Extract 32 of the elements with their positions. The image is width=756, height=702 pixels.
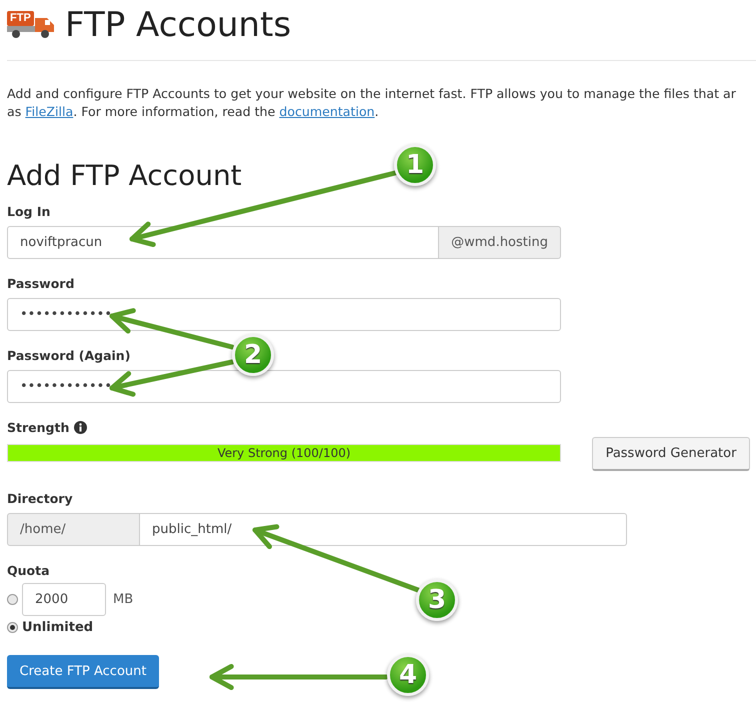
radio-label: Unlimited bbox=[22, 620, 94, 635]
field-label: Log In bbox=[7, 202, 50, 220]
password-generator-button[interactable]: Password Generator bbox=[592, 437, 750, 471]
unit-label: MB bbox=[113, 592, 134, 607]
directory-field[interactable]: public_html/ bbox=[140, 513, 627, 546]
section-title: Add FTP Account bbox=[7, 159, 242, 193]
intro-text: Add and configure FTP Accounts to get your website on the internet fast. FTP allows you to manage the files that ar as FileZilla. For more information, read the documentation. bbox=[7, 85, 737, 121]
link[interactable]: FileZilla bbox=[25, 104, 74, 119]
radio-button[interactable] bbox=[7, 594, 18, 605]
step-badge: 3 bbox=[416, 579, 458, 621]
create-account-button[interactable]: Create FTP Account bbox=[7, 655, 159, 689]
field-label: Strength bbox=[7, 420, 70, 434]
page-title: FTP Accounts bbox=[65, 5, 292, 45]
field-label: Password (Again) bbox=[7, 346, 130, 364]
logo-text: FTP bbox=[10, 12, 31, 24]
step-badge: 4 bbox=[387, 654, 429, 696]
directory-prefix: /home/ bbox=[7, 513, 140, 546]
quota-field[interactable]: 2000 bbox=[22, 583, 106, 616]
strength-reading: Very Strong (100/100) bbox=[216, 445, 352, 461]
field-label: Directory bbox=[7, 490, 73, 507]
info-icon[interactable] bbox=[74, 420, 88, 434]
password-field[interactable]: •••••••••••• bbox=[7, 370, 561, 403]
password-field[interactable]: •••••••••••• bbox=[7, 298, 561, 331]
step-badge: 1 bbox=[394, 144, 436, 186]
step-badge: 2 bbox=[232, 334, 274, 376]
field-label: Quota bbox=[7, 562, 50, 579]
truck-icon bbox=[7, 11, 55, 39]
login-field[interactable]: noviftpracun bbox=[7, 226, 440, 259]
link[interactable]: documentation bbox=[279, 104, 375, 119]
field-label: Password bbox=[7, 274, 74, 292]
radio-button[interactable] bbox=[7, 622, 18, 633]
domain-addon: @wmd.hosting bbox=[439, 226, 561, 259]
